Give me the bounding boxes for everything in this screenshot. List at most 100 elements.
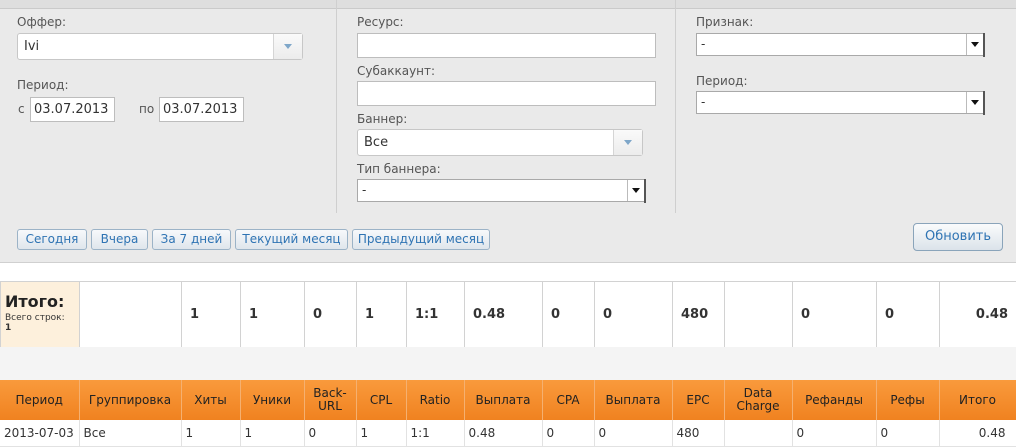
chevron-down-icon[interactable] — [613, 130, 642, 155]
date-to-label: по — [139, 102, 154, 116]
refresh-button[interactable]: Обновить — [913, 223, 1003, 251]
column-header-payout-2[interactable]: Выплата — [594, 380, 672, 420]
column-header-refunds[interactable]: Рефанды — [792, 380, 876, 420]
totals-rows-count: 1 — [5, 323, 79, 333]
period2-value: - — [701, 95, 705, 109]
column-header-cpa[interactable]: CPA — [542, 380, 594, 420]
totals-rows-label: Всего строк: — [5, 313, 65, 323]
table-cell: 1 — [240, 420, 304, 446]
totals-cell: 0 — [305, 282, 357, 348]
column-header-data-charge[interactable]: Data Charge — [724, 380, 792, 420]
filter-column-source: Ресурс: Субаккаунт: Баннер: Все Тип банн… — [336, 0, 675, 213]
table-cell: 1:1 — [406, 420, 464, 446]
totals-cell: 0.48 — [940, 282, 1016, 348]
sign-label: Признак: — [696, 15, 753, 29]
totals-cell — [80, 282, 182, 348]
period2-select[interactable]: - — [696, 91, 984, 114]
table-cell: 0.48 — [939, 420, 1016, 446]
column-header-total[interactable]: Итого — [939, 380, 1016, 420]
table-cell: 2013-07-03 — [0, 420, 79, 446]
banner-value: Все — [364, 135, 388, 150]
totals-cell: 0 — [595, 282, 673, 348]
table-row: 2013-07-03 Все 1 1 0 1 1:1 0.48 0 0 480 … — [0, 420, 1016, 446]
spacer — [0, 263, 1016, 281]
date-to-input[interactable]: 03.07.2013 — [159, 97, 244, 122]
chevron-down-icon[interactable] — [273, 34, 302, 59]
date-from-input[interactable]: 03.07.2013 — [30, 97, 115, 122]
offer-label: Оффер: — [17, 15, 66, 29]
subaccount-input[interactable] — [357, 81, 656, 106]
totals-label-cell: Итого: Всего строк:1 — [1, 282, 80, 348]
table-cell: 480 — [672, 420, 724, 446]
banner-combobox[interactable]: Все — [357, 129, 643, 156]
column-header-backurl[interactable]: Back-URL — [304, 380, 356, 420]
totals-cell: 0.48 — [465, 282, 543, 348]
select-shadow — [983, 33, 985, 57]
totals-cell: 480 — [673, 282, 725, 348]
resource-label: Ресурс: — [357, 15, 404, 29]
select-shadow — [644, 179, 646, 203]
sign-select[interactable]: - — [696, 33, 984, 56]
totals-cell: 1 — [241, 282, 305, 348]
dropdown-arrow-icon[interactable] — [966, 92, 983, 113]
table-cell — [724, 420, 792, 446]
banner-type-label: Тип баннера: — [357, 162, 441, 176]
select-shadow — [983, 91, 985, 115]
quick-7days-button[interactable]: За 7 дней — [152, 229, 231, 250]
totals-cell: 1 — [182, 282, 241, 348]
quick-current-month-button[interactable]: Текущий месяц — [235, 229, 348, 250]
column-header-epc[interactable]: EPC — [672, 380, 724, 420]
offer-value: Ivi — [24, 39, 39, 54]
quick-yesterday-button[interactable]: Вчера — [91, 229, 148, 250]
resource-input[interactable] — [357, 33, 656, 58]
date-to-value: 03.07.2013 — [163, 102, 237, 117]
column-header-uniques[interactable]: Уники — [240, 380, 304, 420]
table-cell: 0 — [594, 420, 672, 446]
quick-today-button[interactable]: Сегодня — [17, 229, 87, 250]
table-cell: Все — [79, 420, 181, 446]
table-cell: 0 — [304, 420, 356, 446]
sign-value: - — [701, 37, 705, 51]
totals-table: Итого: Всего строк:1 1 1 0 1 1:1 0.48 0 … — [0, 281, 1016, 348]
dropdown-arrow-icon[interactable] — [627, 180, 644, 201]
totals-cell: 1:1 — [407, 282, 465, 348]
period2-label: Период: — [696, 74, 748, 88]
totals-title: Итого: — [5, 292, 79, 311]
date-from-label: с — [18, 102, 25, 116]
totals-row: Итого: Всего строк:1 1 1 0 1 1:1 0.48 0 … — [1, 282, 1016, 348]
date-from-value: 03.07.2013 — [34, 102, 108, 117]
gap-strip — [0, 347, 1016, 380]
table-cell: 0 — [792, 420, 876, 446]
totals-cell: 1 — [357, 282, 407, 348]
offer-combobox[interactable]: Ivi — [17, 33, 303, 60]
table-cell: 0 — [542, 420, 594, 446]
table-cell: 0 — [876, 420, 939, 446]
totals-cell: 0 — [543, 282, 595, 348]
period-label: Период: — [17, 78, 69, 92]
totals-cell — [725, 282, 793, 348]
banner-label: Баннер: — [357, 112, 407, 126]
column-header-grouping[interactable]: Группировка — [79, 380, 181, 420]
column-header-period[interactable]: Период — [0, 380, 79, 420]
totals-cell: 0 — [877, 282, 940, 348]
table-cell: 0.48 — [464, 420, 542, 446]
table-header-row: Период Группировка Хиты Уники Back-URL C… — [0, 380, 1016, 420]
filter-panel: Оффер: Ivi Период: с 03.07.2013 по 03.07… — [0, 0, 1016, 263]
column-header-refs[interactable]: Рефы — [876, 380, 939, 420]
dropdown-arrow-icon[interactable] — [966, 34, 983, 55]
report-table: Период Группировка Хиты Уники Back-URL C… — [0, 380, 1016, 447]
column-header-ratio[interactable]: Ratio — [406, 380, 464, 420]
subaccount-label: Субаккаунт: — [357, 64, 435, 78]
column-header-cpl[interactable]: CPL — [356, 380, 406, 420]
totals-cell: 0 — [793, 282, 877, 348]
table-cell: 1 — [356, 420, 406, 446]
banner-type-value: - — [362, 183, 366, 197]
banner-type-select[interactable]: - — [357, 179, 645, 202]
filter-column-main: Оффер: Ivi Период: с 03.07.2013 по 03.07… — [0, 0, 335, 213]
column-header-payout[interactable]: Выплата — [464, 380, 542, 420]
quick-previous-month-button[interactable]: Предыдущий месяц — [352, 229, 490, 250]
table-cell: 1 — [181, 420, 240, 446]
column-header-hits[interactable]: Хиты — [181, 380, 240, 420]
totals-rows-info: Всего строк:1 — [5, 313, 79, 333]
filter-column-extra: Признак: - Период: - — [675, 0, 1016, 213]
